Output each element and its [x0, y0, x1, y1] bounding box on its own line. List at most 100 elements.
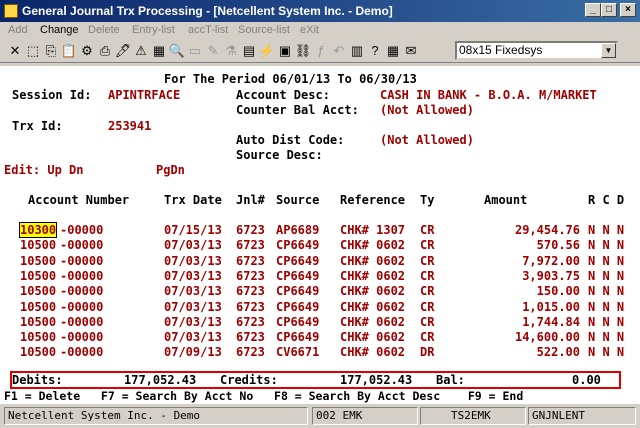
col-source: Source	[276, 193, 320, 207]
row-account-prefix: 10500	[20, 253, 57, 268]
warning-icon[interactable]: ⚠	[132, 42, 150, 60]
row-reference: CHK# 0602	[340, 253, 406, 268]
row-reference: CHK# 1307	[340, 223, 406, 237]
menu-change[interactable]: Change	[40, 24, 79, 36]
row-ty: CR	[420, 299, 435, 314]
bal-value: 0.00	[572, 373, 601, 387]
row-reference: CHK# 0602	[340, 268, 406, 283]
row-account-prefix: 10500	[20, 238, 57, 253]
row-jnl: 6723	[236, 253, 265, 268]
close-button[interactable]: ×	[620, 3, 636, 17]
totals-box	[10, 371, 621, 389]
terminal-screen: For The Period 06/01/13 To 06/30/13 Sess…	[0, 66, 640, 404]
menu-exit[interactable]: eXit	[300, 24, 319, 36]
grid-icon[interactable]: ▦	[150, 42, 168, 60]
app-icon	[4, 4, 18, 18]
row-source: CV6671	[276, 345, 320, 360]
status-code: 002 EMK	[312, 407, 418, 425]
row-jnl: 6723	[236, 345, 265, 360]
help-pointer-icon[interactable]: ?	[366, 42, 384, 60]
copy-icon[interactable]: ⎘	[42, 42, 60, 60]
session-value[interactable]: APINTRFACE	[108, 88, 180, 102]
menu-acct-list[interactable]: accT-list	[188, 24, 228, 36]
row-trx-date: 07/03/13	[164, 314, 222, 329]
cancel-icon[interactable]: ✕	[6, 42, 24, 60]
counter-value: (Not Allowed)	[380, 103, 474, 117]
menu-entry-list[interactable]: Entry-list	[132, 24, 175, 36]
row-reference: CHK# 0602	[340, 330, 406, 345]
row-flags: N N N	[588, 253, 625, 268]
menu-add[interactable]: Add	[8, 24, 28, 36]
title-bar: General Journal Trx Processing - [Netcel…	[0, 0, 640, 22]
col-account: Account Number	[28, 193, 130, 207]
calculator-icon[interactable]: ▣	[276, 42, 294, 60]
maximize-button[interactable]: □	[601, 3, 617, 17]
pen-icon[interactable]: ✎	[204, 42, 222, 60]
select-icon[interactable]: ⬚	[24, 42, 42, 60]
note-icon[interactable]: 🖊	[114, 42, 132, 60]
row-account-suffix: -00000	[60, 268, 104, 283]
row-trx-date: 07/03/13	[164, 284, 222, 299]
function-icon[interactable]: ƒ	[312, 42, 330, 60]
status-bar: Netcellent System Inc. - Demo 002 EMK TS…	[0, 404, 640, 428]
minimize-button[interactable]: _	[585, 3, 601, 17]
row-flags: N N N	[588, 223, 625, 237]
row-account-suffix: -00000	[60, 253, 104, 268]
menu-bar: Add Change Delete Entry-list accT-list S…	[0, 22, 640, 39]
status-company: Netcellent System Inc. - Demo	[4, 407, 308, 425]
debits-label: Debits:	[12, 373, 63, 387]
window-title: General Journal Trx Processing - [Netcel…	[22, 4, 393, 18]
mail-icon[interactable]: ✉	[402, 42, 420, 60]
source-desc-label: Source Desc:	[236, 148, 323, 162]
row-account-suffix: -00000	[60, 314, 104, 329]
settings-icon[interactable]: ⚙	[78, 42, 96, 60]
row-amount: 3,903.75	[522, 268, 580, 283]
row-trx-date: 07/03/13	[164, 330, 222, 345]
flash-icon[interactable]: ⚡	[258, 42, 276, 60]
row-account-suffix: -00000	[60, 345, 104, 360]
notebook-icon[interactable]: ▥	[348, 42, 366, 60]
row-account-suffix: -00000	[60, 238, 104, 253]
trx-value[interactable]: 253941	[108, 119, 151, 133]
row-flags: N N N	[588, 299, 625, 314]
row-reference: CHK# 0602	[340, 345, 406, 360]
link-icon[interactable]: ⛓	[294, 42, 312, 60]
filter-icon[interactable]: ⚗	[222, 42, 240, 60]
menu-source-list[interactable]: Source-list	[238, 24, 290, 36]
chevron-down-icon[interactable]: ▼	[601, 43, 616, 58]
row-account-suffix: -00000	[60, 223, 104, 237]
row-source: CP6649	[276, 268, 320, 283]
row-source: CP6649	[276, 314, 320, 329]
row-account-prefix: 10500	[20, 330, 57, 345]
paste-icon[interactable]: 📋	[60, 42, 78, 60]
row-reference: CHK# 0602	[340, 314, 406, 329]
row-amount: 150.00	[536, 284, 580, 299]
row-account-suffix: -00000	[60, 330, 104, 345]
undo-icon[interactable]: ↶	[330, 42, 348, 60]
period-title: For The Period 06/01/13 To 06/30/13	[164, 72, 417, 86]
row-jnl: 6723	[236, 314, 265, 329]
calendar-icon[interactable]: ▤	[240, 42, 258, 60]
col-jnl: Jnl#	[236, 193, 265, 207]
row-ty: CR	[420, 330, 435, 345]
row-flags: N N N	[588, 284, 625, 299]
row-flags: N N N	[588, 345, 625, 360]
document-icon[interactable]: ▭	[186, 42, 204, 60]
row-source: CP6649	[276, 238, 320, 253]
row-amount: 1,744.84	[522, 314, 580, 329]
row-account-prefix: 10500	[20, 284, 57, 299]
print-icon[interactable]: ⎙	[96, 42, 114, 60]
row-trx-date: 07/03/13	[164, 253, 222, 268]
row-ty: DR	[420, 345, 435, 360]
trx-label: Trx Id:	[12, 119, 63, 133]
row-amount: 14,600.00	[514, 330, 580, 345]
row-flags: N N N	[588, 268, 625, 283]
row-source: AP6689	[276, 223, 320, 237]
menu-delete[interactable]: Delete	[88, 24, 120, 36]
font-select[interactable]: 08x15 Fixedsys ▼	[455, 41, 618, 60]
row-flags: N N N	[588, 330, 625, 345]
search-icon[interactable]: 🔍	[168, 42, 186, 60]
pgdn-hint: PgDn	[156, 163, 185, 177]
bal-label: Bal:	[436, 373, 465, 387]
tile-icon[interactable]: ▦	[384, 42, 402, 60]
